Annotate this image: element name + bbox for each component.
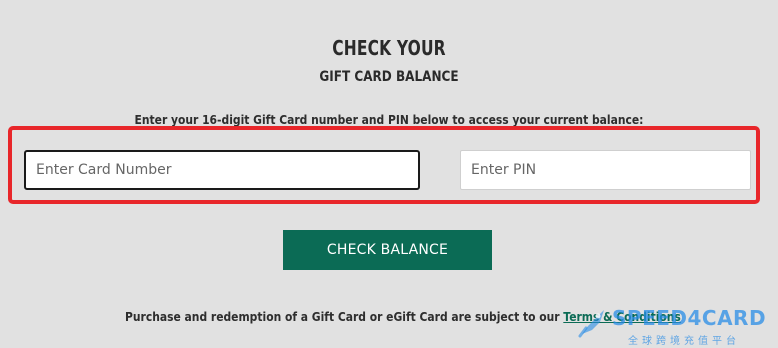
card-number-placeholder: Enter Card Number [36,162,172,178]
check-balance-label: CHECK BALANCE [326,242,449,258]
watermark-tagline: 全球跨境充值平台 [628,336,740,347]
pin-field[interactable]: Enter PIN [460,150,751,190]
page-title: CHECK YOUR [332,36,446,60]
pin-placeholder: Enter PIN [471,162,537,178]
balance-instructions: Enter your 16-digit Gift Card number and… [134,112,644,127]
terms-notice-text: Purchase and redemption of a Gift Card o… [125,309,564,324]
terms-link[interactable]: Terms & Conditions [563,309,681,324]
card-number-field[interactable]: Enter Card Number [24,150,420,190]
check-balance-button[interactable]: CHECK BALANCE [283,230,492,270]
page-subtitle: GIFT CARD BALANCE [319,69,459,85]
terms-notice: Purchase and redemption of a Gift Card o… [125,309,681,324]
